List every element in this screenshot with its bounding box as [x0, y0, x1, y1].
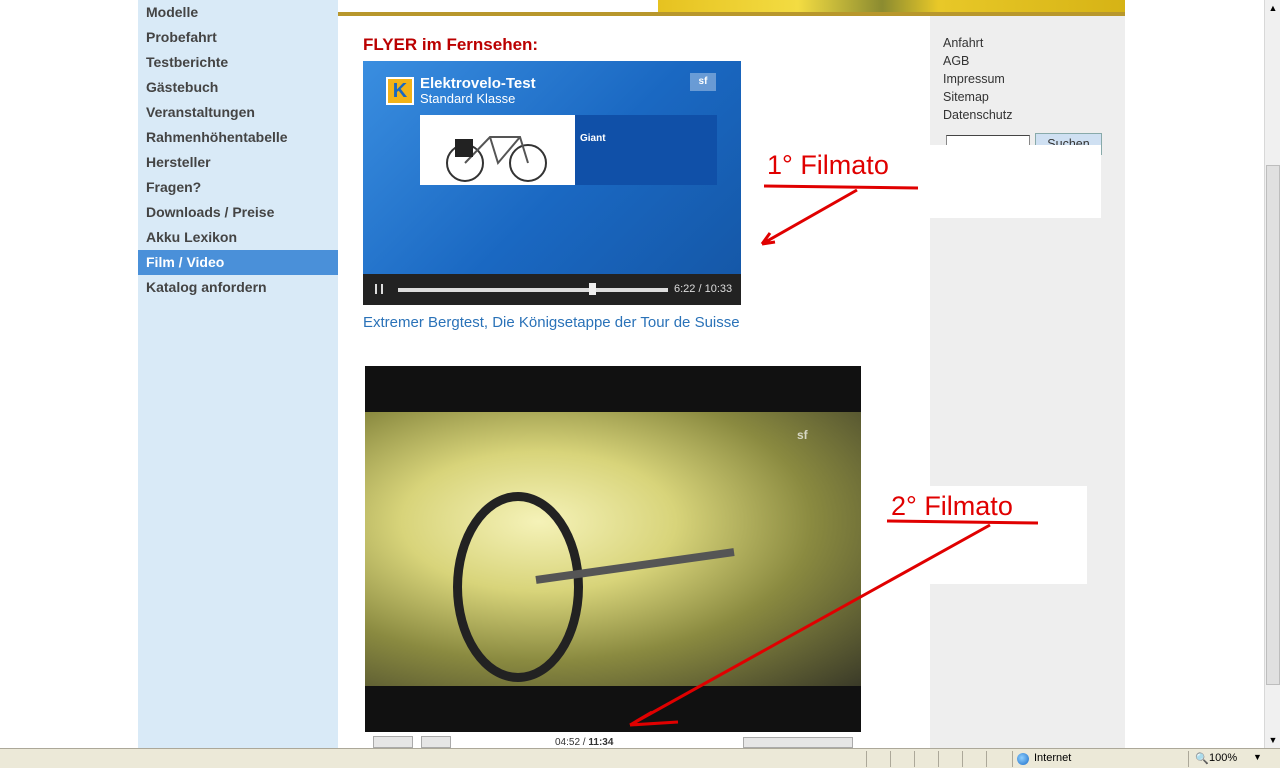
sidebar-item-veranstaltungen[interactable]: Veranstaltungen [138, 100, 338, 125]
player-logo [743, 737, 853, 748]
section-heading: FLYER im Fernsehen: [363, 35, 539, 54]
video-1-screen[interactable]: K Elektrovelo-Test Standard Klasse sf Gi… [363, 61, 741, 274]
chevron-down-icon[interactable]: ▼ [1253, 752, 1262, 762]
sidebar-item-katalog-anfordern[interactable]: Katalog anfordern [138, 275, 338, 300]
link-impressum[interactable]: Impressum [930, 70, 1125, 88]
zoom-control[interactable]: 🔍 100% ▼ [1188, 751, 1278, 767]
sidebar-item-probefahrt[interactable]: Probefahrt [138, 25, 338, 50]
scroll-thumb[interactable] [1266, 165, 1280, 685]
status-bar: Internet 🔍 100% ▼ [0, 748, 1280, 768]
video-2-screen[interactable] [365, 412, 861, 686]
progress-track[interactable] [398, 288, 668, 292]
status-cell [914, 751, 938, 767]
video-2-controls: 04:52 / 11:34 [365, 732, 861, 748]
video-2-elapsed: 04:52 [555, 737, 581, 748]
link-agb[interactable]: AGB [930, 52, 1125, 70]
bike-card: Giant [420, 115, 717, 185]
right-spacer [930, 16, 1125, 34]
video-link[interactable]: Extremer Bergtest, Die Königsetappe der … [363, 314, 740, 331]
sidebar-item-downloads-preise[interactable]: Downloads / Preise [138, 200, 338, 225]
status-cell [962, 751, 986, 767]
status-cell [890, 751, 914, 767]
sidebar-item-akku-lexikon[interactable]: Akku Lexikon [138, 225, 338, 250]
zoom-level: 100% [1209, 752, 1238, 764]
progress-knob[interactable] [589, 283, 597, 295]
sidebar-item-hersteller[interactable]: Hersteller [138, 150, 338, 175]
link-datenschutz[interactable]: Datenschutz [930, 106, 1125, 124]
sidebar-item-fragen[interactable]: Fragen? [138, 175, 338, 200]
pause-icon[interactable] [375, 284, 383, 294]
search-button[interactable]: Suchen [1035, 133, 1102, 155]
globe-icon [1017, 753, 1029, 765]
browser-viewport: Modelle Probefahrt Testberichte Gästebuc… [0, 0, 1264, 748]
video-1-title: Elektrovelo-Test [420, 75, 536, 92]
status-cell [938, 751, 962, 767]
video-1-time: 6:22 / 10:33 [674, 283, 733, 295]
link-anfahrt[interactable]: Anfahrt [930, 34, 1125, 52]
link-sitemap[interactable]: Sitemap [930, 88, 1125, 106]
video-player-1[interactable]: K Elektrovelo-Test Standard Klasse sf Gi… [363, 61, 741, 305]
status-cell [866, 751, 890, 767]
status-cell [986, 751, 1010, 767]
zone-label: Internet [1034, 752, 1072, 764]
sidebar-item-modelle[interactable]: Modelle [138, 0, 338, 25]
video-1-subtitle: Standard Klasse [420, 91, 516, 106]
banner-image [658, 0, 1125, 12]
vertical-scrollbar[interactable]: ▲ ▼ [1264, 0, 1280, 748]
right-column: Anfahrt AGB Impressum Sitemap Datenschut… [930, 16, 1125, 748]
video-player-2[interactable]: sf [365, 366, 861, 732]
channel-logo-2: sf [797, 428, 808, 442]
video-1-controls: 6:22 / 10:33 [363, 274, 741, 305]
bike-name-label: Giant [580, 133, 606, 144]
channel-logo: sf [690, 73, 716, 91]
video-2-time: 04:52 / 11:34 [555, 737, 614, 748]
stop-button[interactable] [421, 736, 451, 748]
sidebar-item-gaestebuch[interactable]: Gästebuch [138, 75, 338, 100]
play-pause-button[interactable] [373, 736, 413, 748]
main-content: FLYER im Fernsehen: K Elektrovelo-Test S… [338, 16, 930, 748]
sidebar-item-rahmenhoehentabelle[interactable]: Rahmenhöhentabelle [138, 125, 338, 150]
search-input[interactable] [946, 135, 1030, 157]
magnifier-icon: 🔍 [1195, 753, 1209, 765]
scroll-down-arrow[interactable]: ▼ [1265, 732, 1280, 748]
security-zone[interactable]: Internet [1012, 751, 1184, 767]
header-banner [338, 0, 1125, 16]
sidebar-item-testberichte[interactable]: Testberichte [138, 50, 338, 75]
bike-image [420, 115, 575, 185]
video-2-total: 11:34 [588, 737, 614, 748]
k-logo: K [386, 77, 414, 105]
sidebar-nav: Modelle Probefahrt Testberichte Gästebuc… [138, 0, 338, 748]
bike-wheel [453, 492, 583, 682]
sidebar-item-film-video[interactable]: Film / Video [138, 250, 338, 275]
scroll-up-arrow[interactable]: ▲ [1265, 0, 1280, 16]
